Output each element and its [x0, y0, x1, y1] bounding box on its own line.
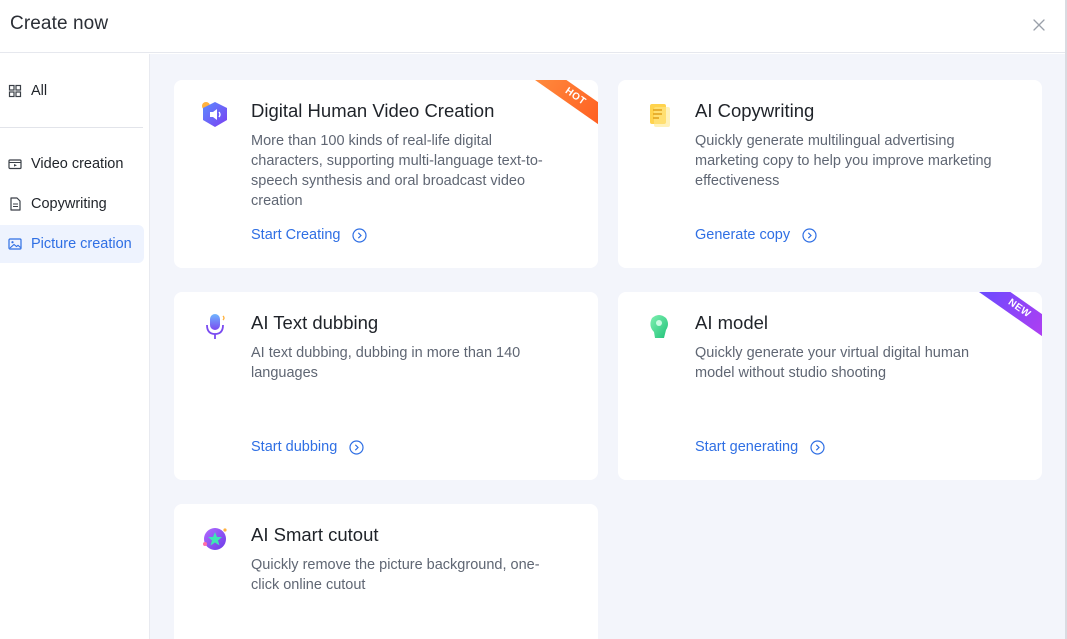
main-content: HOT Digital Human Video Creation More th… — [150, 54, 1065, 639]
card-description: Quickly generate multilingual advertisin… — [695, 133, 992, 189]
digital-human-icon — [198, 98, 232, 132]
sidebar-item-video-creation[interactable]: Video creation — [0, 145, 144, 183]
video-icon — [8, 157, 22, 171]
sidebar-item-label: Video creation — [31, 156, 124, 172]
start-dubbing-link[interactable]: Start dubbing — [251, 439, 364, 455]
hot-badge: HOT — [534, 80, 598, 130]
card-description: AI text dubbing, dubbing in more than 14… — [251, 345, 521, 381]
card-description: Quickly remove the picture background, o… — [251, 557, 540, 593]
sidebar-item-label: Copywriting — [31, 196, 107, 212]
sidebar-item-all[interactable]: All — [0, 72, 144, 110]
card-link-label: Generate copy — [695, 227, 791, 243]
card-link-label: Start Creating — [251, 227, 341, 243]
card-ai-copywriting[interactable]: AI Copywriting Quickly generate multilin… — [618, 80, 1042, 268]
new-badge: NEW — [978, 292, 1042, 342]
arrow-circle-right-icon — [802, 227, 817, 243]
card-digital-human-video[interactable]: HOT Digital Human Video Creation More th… — [174, 80, 598, 268]
arrow-circle-right-icon — [349, 439, 364, 455]
card-link-label: Start generating — [695, 439, 799, 455]
document-icon — [8, 197, 22, 211]
start-creating-link[interactable]: Start Creating — [251, 227, 368, 243]
card-ai-smart-cutout[interactable]: AI Smart cutout Quickly remove the pictu… — [174, 504, 598, 639]
sidebar-item-label: All — [31, 83, 48, 99]
dialog-header: Create now — [0, 0, 1067, 53]
card-title: AI model — [695, 312, 769, 333]
card-title: Digital Human Video Creation — [251, 100, 495, 121]
ai-model-icon — [642, 310, 676, 344]
card-description: More than 100 kinds of real-life digital… — [251, 133, 543, 209]
arrow-circle-right-icon — [810, 439, 825, 455]
card-title: AI Smart cutout — [251, 524, 379, 545]
dialog-title: Create now — [10, 13, 109, 34]
start-generating-link[interactable]: Start generating — [695, 439, 825, 455]
card-title: AI Text dubbing — [251, 312, 379, 333]
copywriting-icon — [642, 98, 676, 132]
close-icon — [1033, 19, 1045, 31]
sidebar-item-copywriting[interactable]: Copywriting — [0, 185, 144, 223]
card-title: AI Copywriting — [695, 100, 815, 121]
card-ai-text-dubbing[interactable]: AI Text dubbing AI text dubbing, dubbing… — [174, 292, 598, 480]
card-description: Quickly generate your virtual digital hu… — [695, 345, 970, 381]
sidebar-item-picture-creation[interactable]: Picture creation — [0, 225, 144, 263]
arrow-circle-right-icon — [352, 227, 368, 243]
card-link-label: Start dubbing — [251, 439, 338, 455]
card-ai-model[interactable]: NEW AI model Quickly generate your virtu… — [618, 292, 1042, 480]
sidebar-divider — [0, 127, 143, 128]
sidebar-item-label: Picture creation — [31, 236, 132, 252]
grid-icon — [8, 84, 22, 98]
close-button[interactable] — [1029, 15, 1049, 35]
sidebar: All Video creation Copywriting Picture c… — [0, 54, 150, 639]
image-icon — [8, 237, 22, 251]
generate-copy-link[interactable]: Generate copy — [695, 227, 817, 243]
microphone-icon — [198, 310, 232, 344]
cutout-icon — [198, 522, 232, 556]
